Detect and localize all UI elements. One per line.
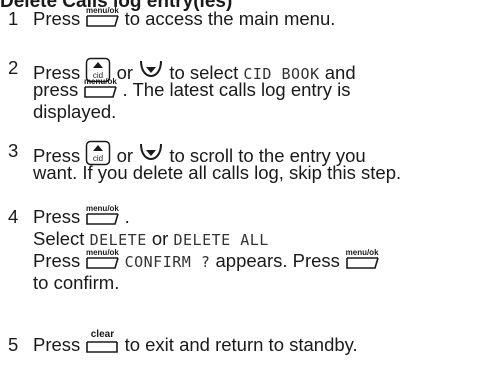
step-text: . The latest calls log entry is xyxy=(122,79,351,100)
step-number: 2 xyxy=(8,57,19,78)
key-label: menu/ok xyxy=(85,248,119,257)
lcd-text: DELETE xyxy=(89,231,147,249)
step-number: 3 xyxy=(8,140,19,161)
menu-ok-softkey-icon: menu/ok xyxy=(85,204,120,226)
menu-ok-softkey-icon: menu/ok xyxy=(85,6,120,28)
step-text: displayed. xyxy=(33,101,117,122)
lcd-text: DELETE ALL xyxy=(173,231,269,249)
step-text: press xyxy=(33,79,79,100)
key-label: menu/ok xyxy=(345,248,379,257)
step-text: to exit and return to standby. xyxy=(124,334,358,355)
menu-ok-softkey-icon: menu/ok xyxy=(85,248,120,270)
lcd-text: CONFIRM ? xyxy=(124,253,211,271)
key-label: menu/ok xyxy=(85,204,119,213)
key-label: clear xyxy=(90,329,115,340)
step-text: Press xyxy=(33,8,81,29)
step-text: Select xyxy=(33,228,85,249)
step-number: 4 xyxy=(8,206,19,227)
step-text: or xyxy=(151,228,169,249)
step-number: 1 xyxy=(8,8,19,29)
step-text: Press xyxy=(33,334,81,355)
step-text: to confirm. xyxy=(33,272,120,293)
step-text: want. If you delete all calls log, skip … xyxy=(33,162,402,183)
clear-softkey-icon: clear xyxy=(85,330,119,354)
key-label: menu/ok xyxy=(83,77,117,86)
key-label: menu/ok xyxy=(85,6,119,15)
menu-ok-softkey-icon: menu/ok xyxy=(83,77,118,99)
step-text: Press xyxy=(33,206,81,227)
step-text: appears. Press xyxy=(215,250,340,271)
step-text: Press xyxy=(33,250,81,271)
step-text: to access the main menu. xyxy=(124,8,336,29)
step-text: . xyxy=(124,206,130,227)
menu-ok-softkey-icon: menu/ok xyxy=(345,248,379,270)
step-number: 5 xyxy=(8,334,19,355)
